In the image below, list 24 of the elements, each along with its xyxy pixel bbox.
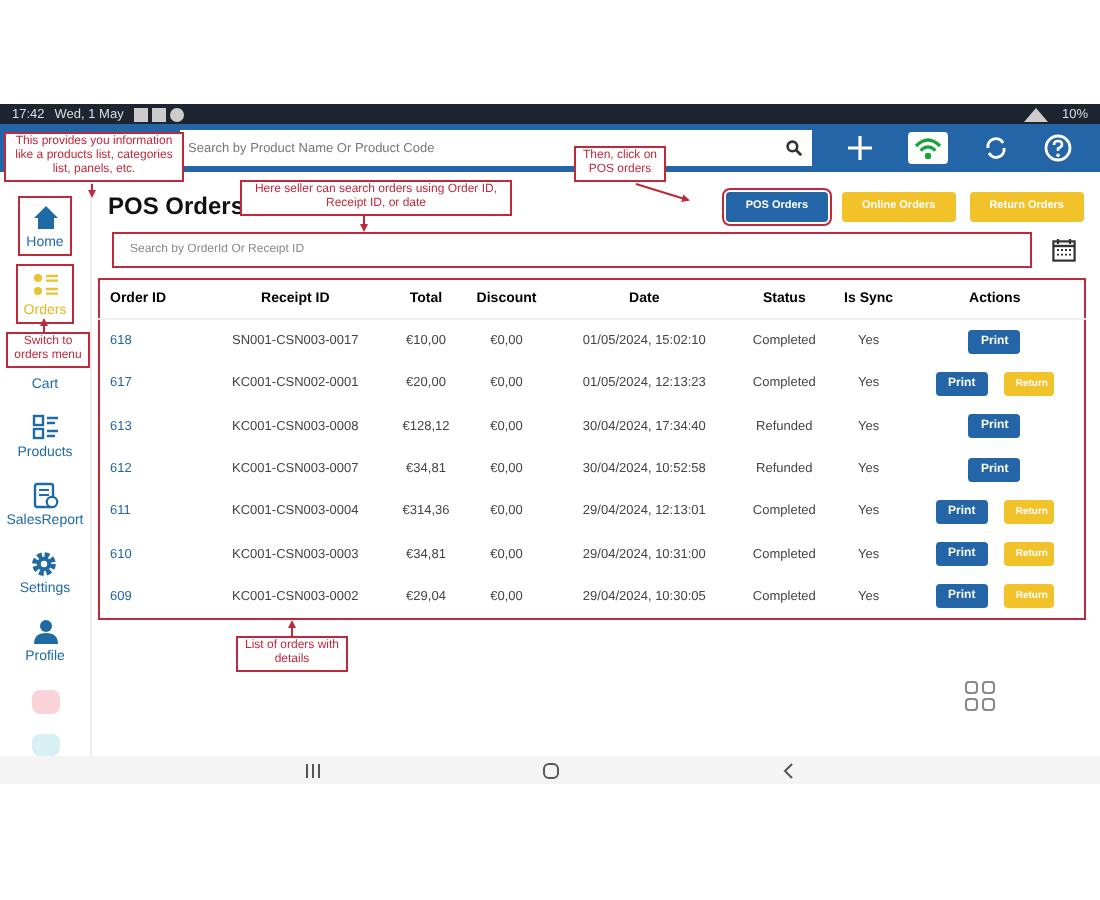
home-icon: [31, 204, 59, 232]
grid-icon: [964, 680, 996, 713]
person-icon: [31, 618, 59, 646]
list-icon: [31, 272, 59, 300]
report-icon: [31, 482, 59, 510]
back-icon: [779, 761, 797, 779]
page-title: POS Orders: [108, 192, 245, 220]
settings-icon: [30, 550, 59, 578]
search-icon: [780, 130, 812, 166]
calendar-icon: [1052, 238, 1076, 262]
add-icon: [848, 136, 872, 160]
wifi-icon: [914, 137, 942, 159]
help-icon: [1044, 134, 1072, 162]
sync-icon: [984, 136, 1008, 160]
wifi-button[interactable]: [908, 132, 948, 164]
home-button-icon: [541, 761, 559, 779]
annotation-arrow: [38, 314, 50, 338]
annotation-arrow: [86, 178, 98, 202]
recents-icon: [303, 761, 321, 779]
list-icon: [31, 414, 59, 442]
app-icon[interactable]: [31, 690, 59, 713]
app-icon[interactable]: [31, 733, 59, 756]
annotation-arrow: [630, 178, 694, 206]
notification-icons: [133, 107, 186, 121]
